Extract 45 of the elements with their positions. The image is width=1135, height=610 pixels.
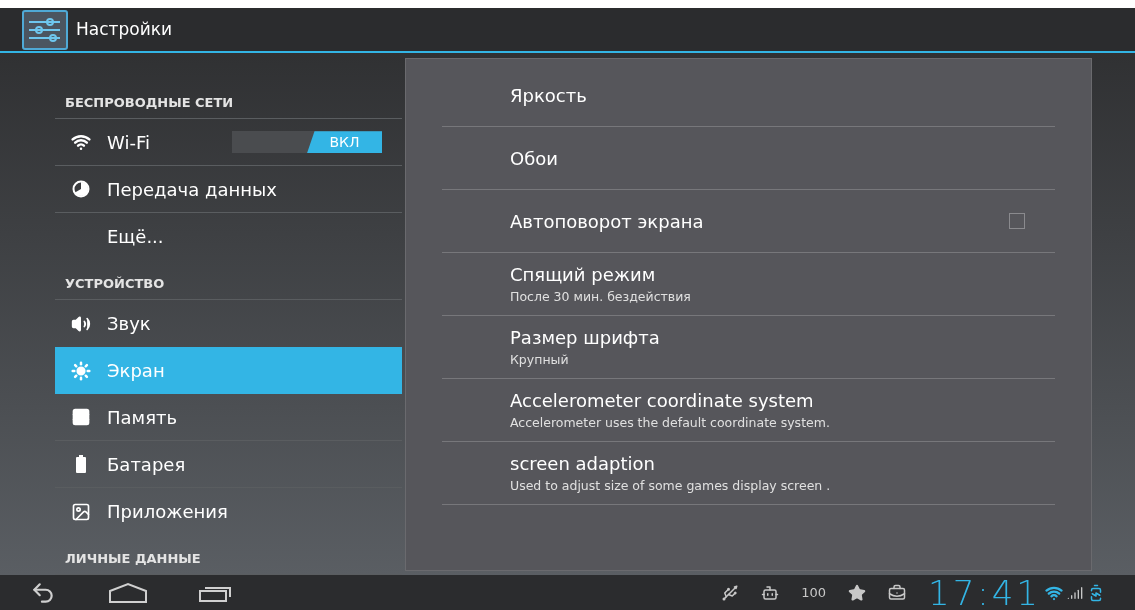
settings-sliders-icon: [22, 9, 68, 50]
home-icon[interactable]: [108, 581, 148, 604]
settings-row[interactable]: screen adaption Used to adjust size of some games display screen .: [442, 442, 1055, 506]
sidebar-item[interactable]: Wi-Fi ВКЛ: [55, 119, 402, 167]
settings-row[interactable]: Accelerometer coordinate system Accelerometer uses the default coordinate system.: [442, 379, 1055, 443]
setting-title: Яркость: [510, 83, 588, 108]
picture-icon: [71, 501, 91, 522]
setting-summary: Крупный: [510, 351, 570, 370]
setting-summary: После 30 мин. бездействия: [510, 288, 692, 307]
sidebar-item[interactable]: Батарея: [55, 441, 402, 489]
section-header: БЕСПРОВОДНЫЕ СЕТИ: [65, 93, 234, 112]
section-header: ЛИЧНЫЕ ДАННЫЕ: [65, 549, 201, 568]
checkbox[interactable]: [1009, 213, 1025, 230]
speaker-icon: [71, 313, 91, 334]
setting-title: Обои: [510, 146, 559, 171]
sidebar-item[interactable]: Ещё...: [55, 213, 402, 261]
brightness-icon: [71, 360, 91, 381]
briefcase-icon: [888, 583, 906, 602]
wifi-icon: [71, 132, 91, 153]
setting-title: screen adaption: [510, 452, 656, 477]
robot-icon: [761, 583, 780, 602]
settings-row[interactable]: Обои: [442, 127, 1055, 191]
star-icon: [848, 583, 866, 602]
section-header: УСТРОЙСТВО: [65, 274, 165, 293]
battery-percent: 100: [801, 583, 826, 602]
setting-summary: Accelerometer uses the default coordinate system.: [510, 414, 831, 433]
usb-icon: [721, 583, 740, 602]
battery-icon: [75, 455, 87, 474]
sidebar-item[interactable]: Передача данных: [55, 166, 402, 214]
sidebar-item[interactable]: Память: [55, 394, 402, 442]
sidebar-item[interactable]: Приложения: [55, 488, 402, 536]
settings-row[interactable]: Размер шрифта Крупный: [442, 316, 1055, 380]
setting-title: Размер шрифта: [510, 326, 661, 351]
settings-row[interactable]: Яркость: [442, 64, 1055, 128]
setting-summary: Used to adjust size of some games display screen .: [510, 477, 832, 496]
signal-icon: [1067, 584, 1083, 601]
app-title: Настройки: [76, 17, 172, 41]
settings-row[interactable]: Спящий режим После 30 мин. бездействия: [442, 253, 1055, 317]
setting-title: Спящий режим: [510, 263, 657, 288]
clock: 17:41: [928, 575, 1041, 610]
settings-row[interactable]: Автоповорот экрана: [442, 190, 1055, 254]
sidebar-item[interactable]: Звук: [55, 300, 402, 348]
setting-title: Автоповорот экрана: [510, 209, 705, 234]
setting-title: Accelerometer coordinate system: [510, 389, 815, 414]
pie-chart-icon: [72, 180, 90, 199]
